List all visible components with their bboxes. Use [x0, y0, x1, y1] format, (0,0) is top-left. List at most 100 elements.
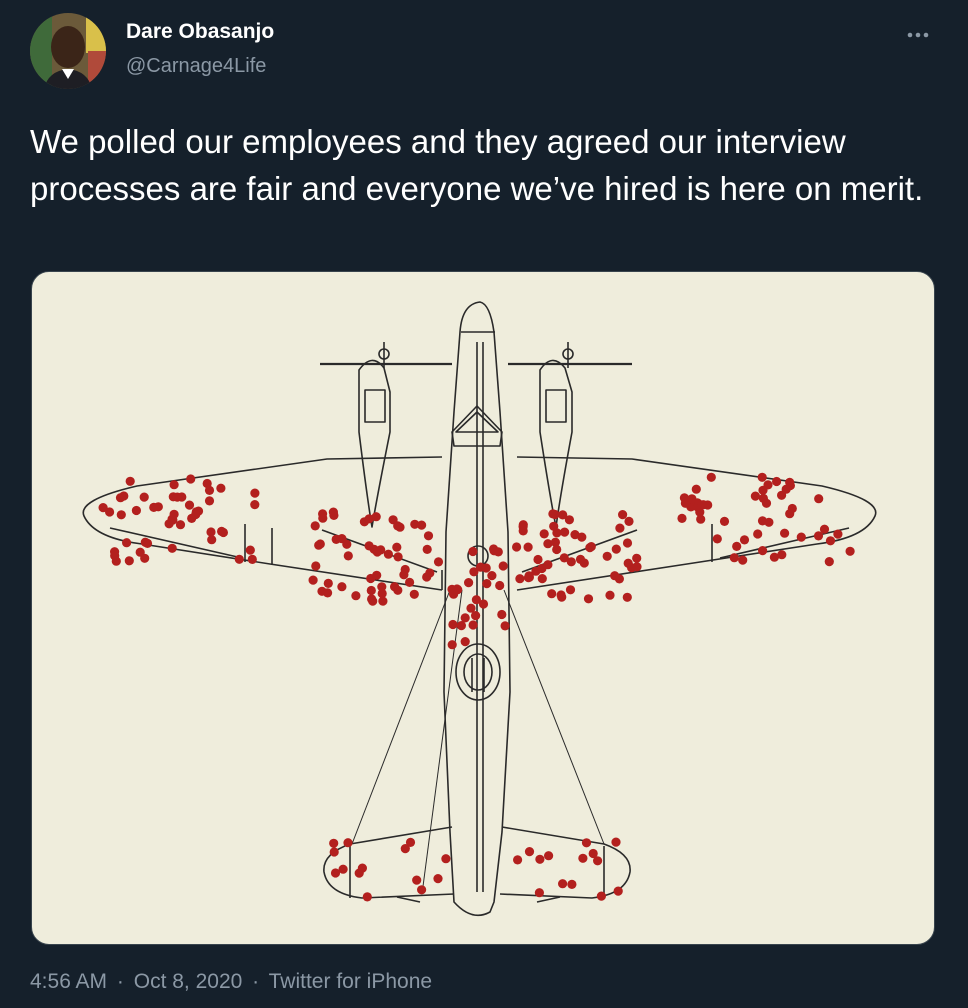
bullet-hole: [422, 544, 432, 554]
bullet-hole: [412, 875, 422, 885]
tweet-meta: 4:56 AM · Oct 8, 2020 · Twitter for iPho…: [30, 970, 436, 994]
bullet-hole: [769, 552, 780, 562]
bullet-hole: [825, 536, 836, 546]
bullet-hole: [172, 492, 182, 502]
bullet-hole: [537, 574, 547, 584]
bullet-hole: [614, 574, 625, 584]
author-name[interactable]: Dare Obasanjo: [126, 20, 274, 44]
bullet-hole: [739, 535, 750, 545]
author-handle[interactable]: @Carnage4Life: [126, 55, 266, 78]
bullet-hole: [364, 514, 374, 524]
bullet-hole: [497, 609, 507, 620]
tweet-date[interactable]: Oct 8, 2020: [134, 970, 243, 993]
bullet-hole: [460, 613, 470, 623]
bullet-hole: [184, 500, 195, 510]
bullet-hole: [323, 578, 333, 588]
bullet-hole: [400, 844, 410, 854]
bullet-hole: [343, 551, 353, 561]
bullet-hole: [372, 547, 382, 557]
bullet-hole: [729, 553, 739, 563]
bullet-hole: [632, 562, 642, 572]
bullet-hole: [390, 582, 400, 592]
bullet-hole: [487, 571, 497, 581]
avatar[interactable]: [30, 13, 106, 89]
bullet-hole: [586, 542, 596, 552]
bullet-hole: [328, 507, 338, 517]
bullet-hole: [343, 838, 353, 848]
bullet-hole: [498, 561, 508, 571]
bullet-hole: [433, 557, 444, 567]
bullet-hole: [329, 847, 339, 857]
bullet-hole: [124, 556, 134, 566]
bullet-hole: [549, 521, 559, 531]
bullet-hole: [687, 494, 697, 504]
bullet-hole: [632, 553, 642, 563]
bullet-hole: [308, 575, 318, 585]
bullet-hole: [433, 874, 443, 884]
bullet-hole: [175, 520, 186, 530]
bullet-hole: [417, 885, 427, 895]
bullet-hole: [342, 539, 352, 549]
bullet-hole: [337, 582, 347, 592]
bullet-hole: [460, 637, 470, 647]
bullet-hole: [535, 854, 545, 864]
bullet-hole: [207, 535, 217, 545]
bullet-hole: [824, 557, 834, 567]
bullet-hole: [813, 531, 824, 541]
bullet-hole: [383, 549, 393, 559]
bullet-hole: [216, 483, 226, 493]
bullet-hole: [518, 520, 528, 530]
bullet-hole: [357, 863, 367, 873]
bullet-hole: [372, 570, 382, 580]
bullet-hole: [605, 590, 615, 600]
bullet-hole: [405, 577, 415, 587]
more-options-button[interactable]: [900, 20, 936, 50]
bullet-hole: [409, 589, 419, 599]
more-horizontal-icon: [907, 32, 929, 38]
bullet-hole: [468, 620, 478, 630]
bullet-hole: [139, 492, 149, 502]
bullet-hole: [524, 571, 534, 581]
bullet-hole: [310, 521, 320, 531]
bullet-hole: [116, 510, 126, 520]
bullet-hole: [495, 580, 505, 591]
tweet-text: We polled our employees and they agreed …: [30, 123, 924, 207]
tweet: Dare Obasanjo @Carnage4Life We polled ou…: [0, 0, 968, 1008]
bullet-hole: [758, 493, 769, 503]
bullet-hole: [524, 847, 535, 857]
bullet-hole: [543, 560, 553, 570]
bullet-hole: [393, 552, 403, 562]
bullet-hole: [122, 538, 132, 548]
bullet-hole: [596, 891, 607, 901]
bullet-hole: [448, 619, 458, 630]
bullet-hole: [250, 488, 260, 498]
bullet-hole: [613, 886, 623, 896]
bullet-hole: [441, 854, 451, 864]
tweet-time[interactable]: 4:56 AM: [30, 970, 107, 993]
bullet-hole: [314, 540, 324, 550]
bullet-hole: [331, 534, 341, 544]
bullet-hole: [677, 513, 687, 523]
bullet-hole: [452, 584, 462, 594]
bullet-hole: [706, 472, 716, 482]
bullet-hole: [719, 516, 730, 526]
avatar-image: [30, 13, 106, 89]
bullet-hole: [169, 509, 179, 519]
bullet-hole: [330, 868, 341, 878]
bullet-hole: [423, 531, 434, 541]
bullet-hole: [247, 554, 257, 564]
bullet-hole: [513, 855, 523, 865]
bullet-hole: [753, 529, 763, 539]
tweet-source[interactable]: Twitter for iPhone: [269, 970, 432, 993]
bullet-hole: [410, 519, 420, 529]
bullet-hole: [169, 480, 179, 490]
tweet-image[interactable]: [31, 271, 935, 945]
bullet-hole: [191, 509, 201, 520]
bullet-hole: [583, 594, 594, 604]
bullet-hole: [781, 484, 791, 494]
bullet-hole: [565, 585, 576, 595]
bullet-hole: [400, 564, 410, 575]
bullet-hole: [392, 542, 402, 552]
bullet-hole: [622, 538, 633, 548]
bullet-hole: [323, 588, 333, 598]
